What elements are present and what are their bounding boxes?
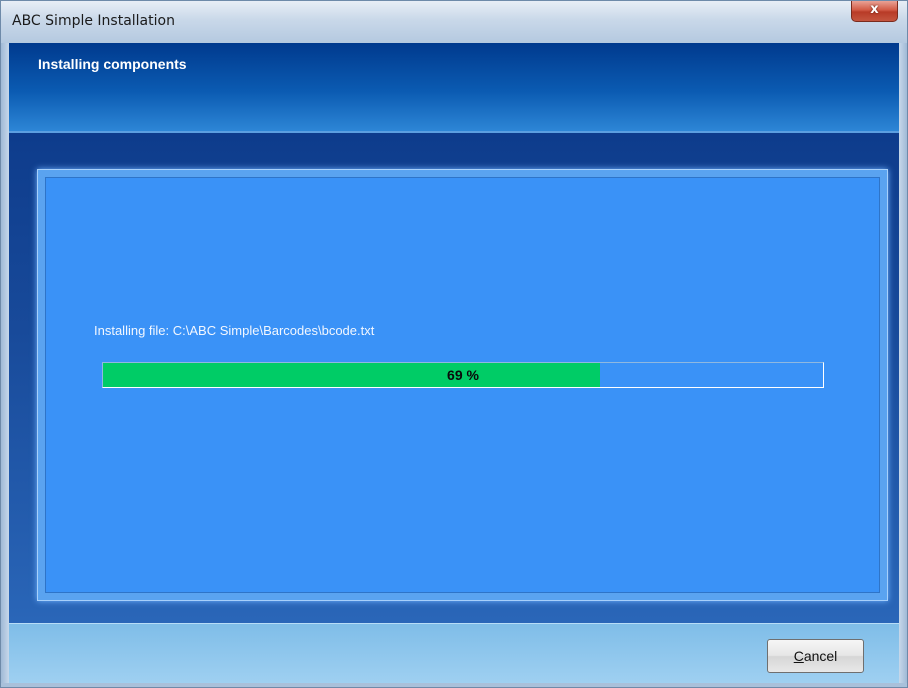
close-icon: x bbox=[870, 2, 879, 17]
title-bar[interactable]: ABC Simple Installation x bbox=[1, 1, 907, 43]
progress-bar: 69 % bbox=[102, 362, 824, 388]
window-title: ABC Simple Installation bbox=[12, 13, 175, 29]
window-bottom-border bbox=[1, 683, 907, 687]
progress-percent-text: 69 % bbox=[447, 367, 479, 383]
cancel-button[interactable]: Cancel bbox=[767, 639, 864, 673]
cancel-label: ancel bbox=[803, 648, 838, 664]
content-area: Installing file: C:\ABC Simple\Barcodes\… bbox=[9, 133, 899, 623]
window-left-border bbox=[1, 43, 9, 687]
install-panel: Installing file: C:\ABC Simple\Barcodes\… bbox=[45, 177, 880, 593]
header-band: Installing components bbox=[9, 43, 899, 133]
close-button[interactable]: x bbox=[851, 1, 898, 22]
install-panel-frame: Installing file: C:\ABC Simple\Barcodes\… bbox=[37, 169, 888, 601]
page-title: Installing components bbox=[38, 56, 187, 72]
installer-window: ABC Simple Installation x Installing com… bbox=[0, 0, 908, 688]
cancel-mnemonic: C bbox=[793, 648, 804, 664]
button-bar: Cancel bbox=[9, 623, 899, 683]
window-right-border bbox=[899, 43, 907, 687]
installer-body: Installing components Installing file: C… bbox=[9, 43, 899, 683]
install-status-label: Installing file: C:\ABC Simple\Barcodes\… bbox=[94, 323, 375, 338]
